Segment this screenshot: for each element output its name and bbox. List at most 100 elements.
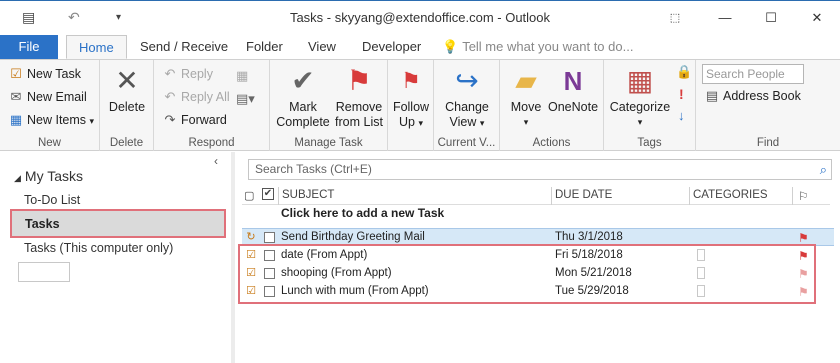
address-book-button[interactable]: ▤ Address Book [704,86,801,106]
search-icon[interactable]: ⌕ [820,160,827,179]
highlight-box [238,244,816,304]
nav-item-todo-list[interactable]: To-Do List [24,193,80,207]
delete-button[interactable]: ✕ Delete [106,64,148,115]
low-importance-icon[interactable]: ↓ [678,108,685,123]
column-divider [689,187,690,205]
maximize-button[interactable]: ☐ [760,7,782,29]
flag-column-icon[interactable]: ⚐ [798,189,808,203]
new-email-button[interactable]: ✉ New Email [8,87,87,107]
dropdown-arrow-icon: ▾ [418,118,423,128]
group-label-manage-task: Manage Task [294,137,363,149]
new-task-label: New Task [27,67,81,81]
categorize-icon: ▦ [626,65,654,96]
column-divider [278,187,279,205]
envelope-icon: ✉ [10,89,22,104]
tab-send-receive[interactable]: Send / Receive [140,35,228,59]
tab-view[interactable]: View [308,35,336,59]
column-subject[interactable]: SUBJECT [282,189,334,201]
move-button[interactable]: ▰ Move ▾ [506,64,546,130]
delete-x-icon: ✕ [115,65,139,96]
change-view-button[interactable]: ↪ Change View ▾ [440,64,494,131]
search-people-input[interactable]: Search People [702,64,804,84]
new-task-button[interactable]: ☑ New Task [8,64,81,84]
tab-developer[interactable]: Developer [362,35,421,59]
high-importance-icon[interactable]: ! [679,86,684,102]
category-cell[interactable] [697,231,705,243]
expand-triangle-icon: ◢ [14,173,21,183]
reply-all-button[interactable]: ↶ Reply All [162,87,230,107]
tell-me-box[interactable]: 💡 Tell me what you want to do... [442,39,633,55]
mark-complete-label-2: Complete [276,115,330,129]
forward-button[interactable]: ↷ Forward [162,110,227,130]
collapse-pane-icon[interactable]: ‹ [214,154,218,168]
pane-divider[interactable] [231,152,235,363]
group-label-actions: Actions [532,137,571,149]
group-label-respond: Respond [188,137,235,149]
categorize-label: Categorize [609,100,671,114]
add-new-task-row[interactable]: Click here to add a new Task [281,206,444,220]
onenote-button[interactable]: N OneNote [546,64,600,115]
remove-label-1: Remove [335,100,383,114]
ribbon-tabs: File Home Send / Receive Folder View Dev… [0,35,840,59]
group-label-delete: Delete [109,137,144,149]
meeting-reply-icon[interactable]: ▦ [236,68,248,84]
nav-item-tasks-label: Tasks [25,217,60,231]
nav-item-tasks-this-computer[interactable]: Tasks (This computer only) [24,241,173,255]
address-book-label: Address Book [723,89,801,103]
follow-up-button[interactable]: ⚑ Follow Up ▾ [392,64,430,131]
follow-up-label-2: Up [399,115,415,129]
title-bar: ▤ ↶ ▾ Tasks - skyyang@extendoffice.com -… [0,0,840,35]
forward-icon: ↷ [164,112,176,127]
column-due-date[interactable]: DUE DATE [555,189,612,201]
group-label-new: New [37,137,61,149]
new-items-icon: ▦ [9,112,23,127]
remove-from-list-button[interactable]: ⚑ Remove from List [332,64,386,130]
flag-icon[interactable]: ⚑ [798,231,809,245]
column-header: ▢ ✔ SUBJECT DUE DATE CATEGORIES ⚐ [242,187,830,205]
mark-complete-button[interactable]: ✔ Mark Complete [276,64,330,130]
complete-column-icon[interactable]: ✔ [262,188,274,200]
my-tasks-label: My Tasks [24,168,84,184]
change-view-label-2: View [449,115,477,129]
nav-item-tasks[interactable]: Tasks [10,209,226,238]
dropdown-arrow-icon: ▾ [637,117,643,127]
more-respond-icon[interactable]: ▤▾ [236,91,255,107]
mark-complete-label-1: Mark [289,100,317,114]
tab-folder[interactable]: Folder [246,35,283,59]
private-lock-icon[interactable]: 🔒 [676,64,692,80]
reply-all-label: Reply All [181,90,230,104]
my-tasks-header[interactable]: ◢ My Tasks [14,168,83,184]
navigation-pane: ‹ ◢ My Tasks To-Do List Tasks Tasks (This… [0,152,230,363]
search-tasks-input[interactable]: Search Tasks (Ctrl+E) ⌕ [248,159,832,180]
remove-label-2: from List [335,115,383,129]
column-categories[interactable]: CATEGORIES [693,189,768,201]
ribbon-display-icon[interactable]: ⬚ [664,7,686,29]
categorize-button[interactable]: ▦ Categorize ▾ [608,64,672,130]
tell-me-text: Tell me what you want to do... [462,39,634,54]
new-items-button[interactable]: ▦ New Items ▾ [8,110,94,130]
dropdown-arrow-icon: ▾ [523,117,529,127]
forward-label: Forward [181,113,227,127]
reply-button[interactable]: ↶ Reply [162,64,213,84]
recurring-task-icon: ↻ [246,231,256,243]
minimize-button[interactable]: — [714,7,736,29]
new-items-label: New Items [27,113,87,127]
move-label: Move [510,100,542,114]
tab-home[interactable]: Home [66,35,127,59]
task-icon: ☑ [10,66,22,81]
address-book-icon: ▤ [705,88,719,103]
complete-checkbox[interactable] [264,232,275,243]
group-delete: ✕ Delete Delete [100,60,154,151]
group-follow-up: ⚑ Follow Up ▾ [388,60,434,151]
group-respond: ↶ Reply ↶ Reply All ↷ Forward ▦ ▤▾ Respond [154,60,270,151]
checkmark-icon: ✔ [291,65,315,96]
tab-file[interactable]: File [0,35,58,59]
reply-label: Reply [181,67,213,81]
task-type-column-icon[interactable]: ▢ [244,189,254,202]
close-button[interactable]: ✕ [806,7,828,29]
nav-empty-box [18,262,70,282]
group-label-current-view: Current V... [437,137,496,149]
group-tags: ▦ Categorize ▾ 🔒 ! ↓ Tags [604,60,696,151]
onenote-icon: N [563,66,583,96]
reply-all-icon: ↶ [164,89,176,104]
